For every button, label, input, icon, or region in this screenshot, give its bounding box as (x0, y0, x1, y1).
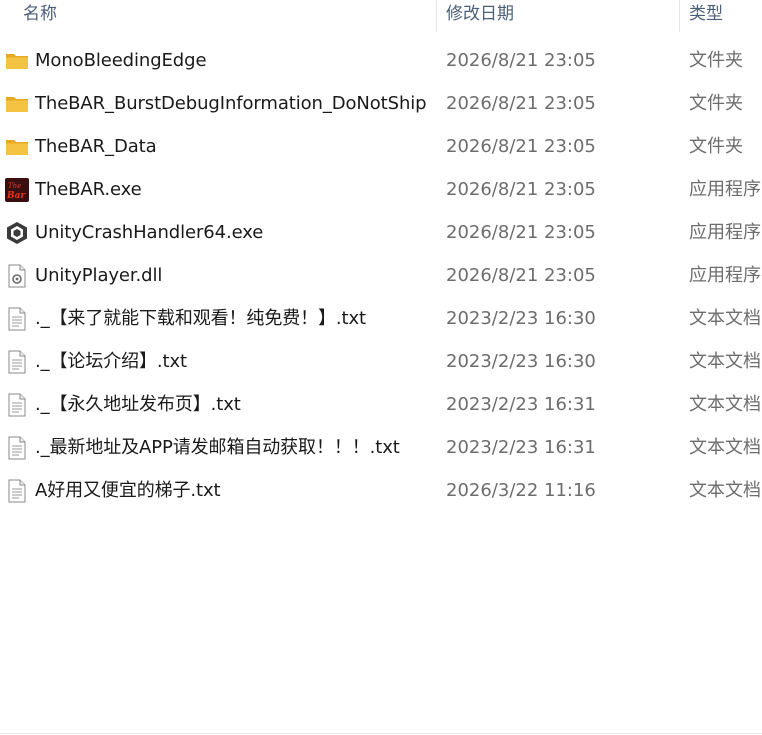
file-row[interactable]: ._【来了就能下载和观看！纯免费！】.txt 2023/2/23 16:30 文本文… (0, 297, 762, 340)
file-type: 文件夹 (689, 93, 743, 114)
file-row[interactable]: UnityPlayer.dll 2026/8/21 23:05 应用程序扩展 (0, 254, 762, 297)
file-name[interactable]: ._最新地址及APP请发邮箱自动获取！！！.txt (35, 426, 400, 469)
file-type: 文本文档 (689, 394, 761, 415)
file-name[interactable]: ._【永久地址发布页】.txt (35, 383, 241, 426)
file-date-modified: 2026/8/21 23:05 (446, 93, 596, 114)
unity-icon (5, 221, 29, 245)
file-name[interactable]: TheBAR_Data (35, 125, 157, 168)
file-name[interactable]: UnityPlayer.dll (35, 254, 162, 297)
file-name[interactable]: A好用又便宜的梯子.txt (35, 469, 221, 512)
text-file-icon (5, 307, 29, 331)
file-name[interactable]: UnityCrashHandler64.exe (35, 211, 263, 254)
dll-icon (5, 264, 29, 288)
column-header-date-modified[interactable]: 修改日期 (446, 0, 676, 32)
file-row[interactable]: A好用又便宜的梯子.txt 2026/3/22 11:16 文本文档 (0, 469, 762, 512)
file-date-modified: 2023/2/23 16:31 (446, 394, 596, 415)
file-date-modified: 2026/8/21 23:05 (446, 265, 596, 286)
file-date-modified: 2026/8/21 23:05 (446, 179, 596, 200)
file-type: 应用程序扩展 (689, 265, 762, 286)
file-type: 文件夹 (689, 50, 743, 71)
app-icon: The Bar (5, 178, 29, 202)
file-row[interactable]: The Bar TheBAR.exe 2026/8/21 23:05 应用程序 (0, 168, 762, 211)
text-file-icon (5, 350, 29, 374)
file-type: 文本文档 (689, 437, 761, 458)
file-date-modified: 2026/8/21 23:05 (446, 222, 596, 243)
file-date-modified: 2026/3/22 11:16 (446, 480, 596, 501)
text-file-icon (5, 479, 29, 503)
file-row[interactable]: TheBAR_Data 2026/8/21 23:05 文件夹 (0, 125, 762, 168)
svg-text:Bar: Bar (6, 191, 26, 201)
file-explorer-view: 名称 修改日期 类型 MonoBleedingEdge 2026/8/21 23:… (0, 0, 762, 735)
file-type: 文本文档 (689, 351, 761, 372)
file-date-modified: 2023/2/23 16:30 (446, 308, 596, 329)
text-file-icon (5, 436, 29, 460)
file-type: 应用程序 (689, 179, 761, 200)
file-row[interactable]: ._最新地址及APP请发邮箱自动获取！！！.txt 2023/2/23 16:31… (0, 426, 762, 469)
svg-text:The: The (8, 182, 21, 190)
file-type: 文本文档 (689, 308, 761, 329)
file-type: 文本文档 (689, 480, 761, 501)
file-list: MonoBleedingEdge 2026/8/21 23:05 文件夹 TheBAR… (0, 39, 762, 512)
file-name[interactable]: ._【来了就能下载和观看！纯免费！】.txt (35, 297, 366, 340)
folder-icon (5, 92, 29, 116)
divider (0, 733, 762, 734)
file-name[interactable]: TheBAR.exe (35, 168, 142, 211)
file-date-modified: 2026/8/21 23:05 (446, 50, 596, 71)
file-row[interactable]: UnityCrashHandler64.exe 2026/8/21 23:05 应用… (0, 211, 762, 254)
file-name[interactable]: TheBAR_BurstDebugInformation_DoNotShip (35, 82, 427, 125)
column-header-bar: 名称 修改日期 类型 (0, 0, 762, 32)
file-row[interactable]: ._【论坛介绍】.txt 2023/2/23 16:30 文本文档 (0, 340, 762, 383)
file-date-modified: 2023/2/23 16:30 (446, 351, 596, 372)
file-row[interactable]: MonoBleedingEdge 2026/8/21 23:05 文件夹 (0, 39, 762, 82)
file-date-modified: 2023/2/23 16:31 (446, 437, 596, 458)
file-name[interactable]: MonoBleedingEdge (35, 39, 207, 82)
file-row[interactable]: ._【永久地址发布页】.txt 2023/2/23 16:31 文本文档 (0, 383, 762, 426)
file-row[interactable]: TheBAR_BurstDebugInformation_DoNotShip 20… (0, 82, 762, 125)
file-date-modified: 2026/8/21 23:05 (446, 136, 596, 157)
column-divider[interactable] (436, 0, 437, 32)
file-type: 文件夹 (689, 136, 743, 157)
column-header-name[interactable]: 名称 (23, 0, 433, 32)
file-type: 应用程序 (689, 222, 761, 243)
column-divider[interactable] (679, 0, 680, 32)
folder-icon (5, 135, 29, 159)
column-header-type[interactable]: 类型 (689, 0, 762, 32)
text-file-icon (5, 393, 29, 417)
file-name[interactable]: ._【论坛介绍】.txt (35, 340, 187, 383)
folder-icon (5, 49, 29, 73)
